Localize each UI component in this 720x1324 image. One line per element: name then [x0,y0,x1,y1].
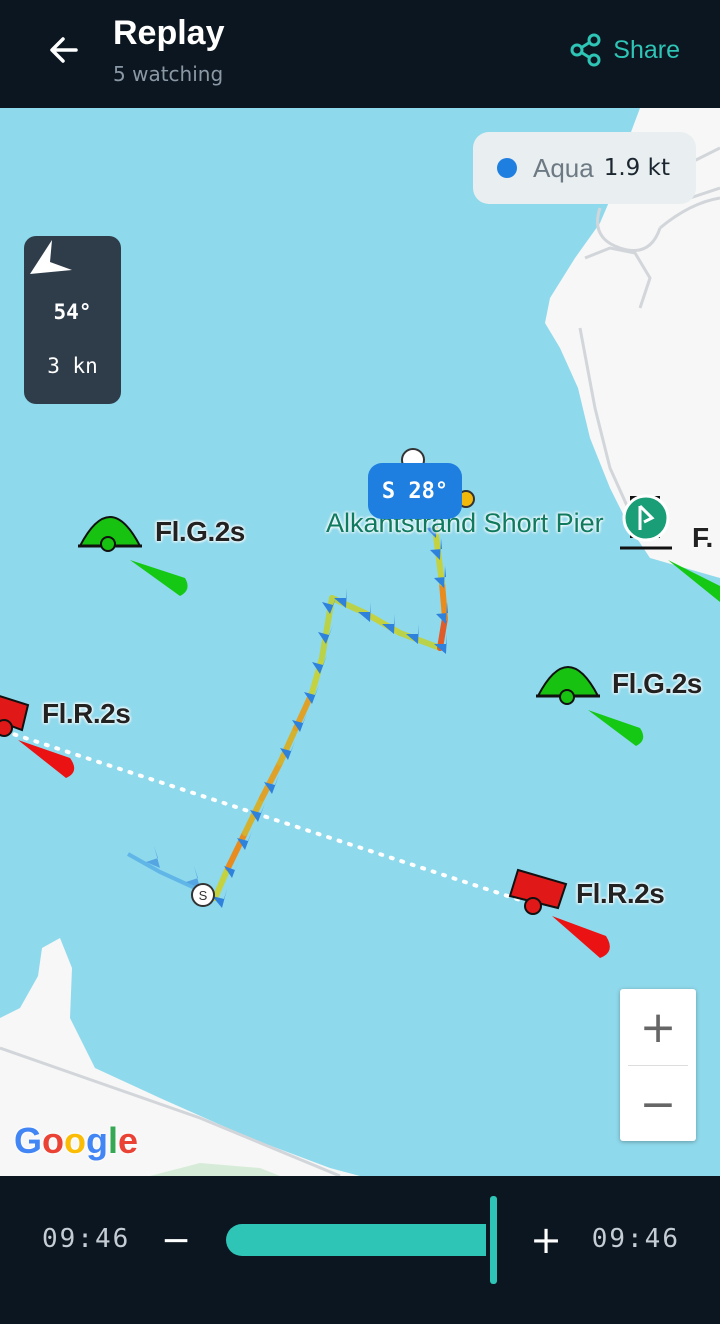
time-end: 09:46 [591,1224,680,1254]
watchers-count: 5 watching [113,62,224,86]
share-button[interactable]: Share [569,30,680,70]
red-buoy-1-label: Fl.R.2s [42,698,131,729]
boat-color-dot [497,158,517,178]
zoom-controls: + − [620,989,696,1141]
wind-panel[interactable]: 54° 3 kn [24,236,121,404]
svg-text:S: S [199,888,208,903]
top-bar: Replay 5 watching Share [0,0,720,108]
share-label: Share [613,35,680,64]
green-buoy-1-label: Fl.G.2s [155,516,245,547]
page-title: Replay [113,14,225,52]
start-marker[interactable]: S [191,883,215,907]
back-arrow-icon [50,37,78,63]
heading-bubble: S 28° [368,463,462,519]
time-start: 09:46 [42,1224,131,1254]
start-line [2,729,522,902]
pier-label: Alkantstrand Short Pier [326,508,604,538]
red-buoy-2-label: Fl.R.2s [576,878,665,909]
share-icon [570,33,601,67]
edge-buoy-label: F. [692,522,713,553]
google-logo: Google [14,1120,139,1161]
wind-speed: 3 kn [47,354,98,378]
zoom-out-button[interactable]: − [620,1066,696,1142]
step-back-button[interactable]: − [156,1214,196,1266]
boat-chip[interactable]: Aqua 1.9 kt [473,132,696,204]
back-button[interactable] [36,22,92,78]
map-view[interactable]: S Aqua 1.9 kt 54° 3 kn Fl.G.2s Fl.G.2s F… [0,108,720,1176]
wind-arrow-icon [30,240,72,274]
track-arrows [146,516,448,908]
green-buoy-2-label: Fl.G.2s [612,668,702,699]
step-forward-button[interactable]: + [526,1214,566,1266]
track-path [212,525,448,901]
boat-name: Aqua [533,152,594,183]
playback-bar: 09:46 − + 09:46 [0,1176,720,1324]
playback-progress [226,1224,486,1256]
playback-slider[interactable] [226,1224,494,1256]
playback-thumb[interactable] [490,1196,497,1284]
wind-direction: 54° [53,300,92,324]
previous-trail [127,852,196,890]
boat-speed: 1.9 kt [603,155,670,181]
zoom-in-button[interactable]: + [620,989,696,1065]
